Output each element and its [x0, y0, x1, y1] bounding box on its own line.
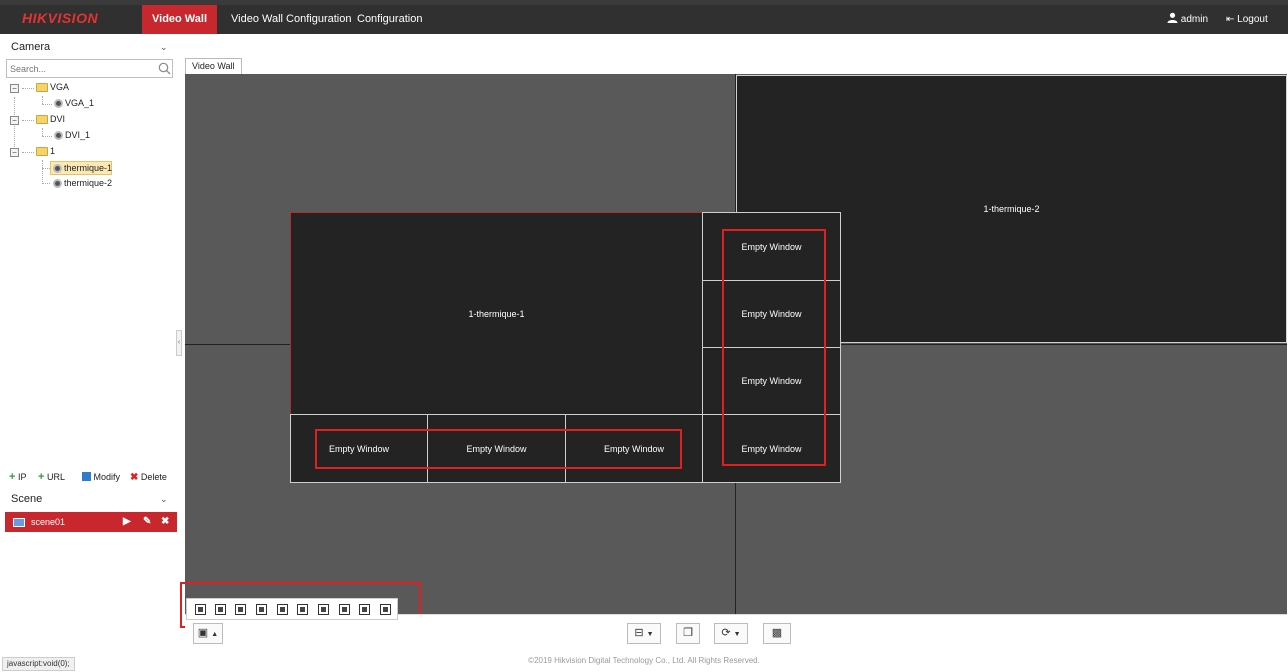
- camera-actions: + IP + URL Modify ✖ Delete: [0, 468, 178, 486]
- clear-windows-icon: ❐: [683, 627, 693, 639]
- play-icon[interactable]: ▶: [123, 512, 131, 532]
- modify-button[interactable]: Modify: [82, 471, 120, 483]
- tab-video-wall[interactable]: Video Wall: [185, 58, 242, 74]
- tree-item-dvi[interactable]: DVI: [50, 112, 65, 127]
- clear-window-button[interactable]: ❐: [676, 623, 700, 644]
- add-url-button[interactable]: + URL: [38, 471, 65, 483]
- chevron-down-icon: ⌄: [160, 42, 168, 52]
- tree-item-dvi-1[interactable]: DVI_1: [65, 128, 90, 143]
- tree-item-vga-1[interactable]: VGA_1: [65, 96, 94, 111]
- delete-label: Delete: [140, 472, 167, 482]
- layout-custom-icon[interactable]: [380, 604, 391, 615]
- layout-2-icon[interactable]: [215, 604, 226, 615]
- plus-icon: +: [38, 471, 45, 483]
- video-input-icon: ▩: [771, 627, 783, 639]
- delete-scene-icon[interactable]: ✖: [161, 512, 169, 532]
- footer-copyright: ©2019 Hikvision Digital Technology Co., …: [528, 656, 760, 665]
- plus-icon: +: [9, 471, 16, 483]
- folder-icon: [36, 147, 48, 156]
- nav-video-wall[interactable]: Video Wall: [142, 5, 218, 34]
- chevron-down-icon: ▼: [646, 631, 654, 638]
- camera-search[interactable]: [6, 59, 173, 78]
- thermal-camera-icon: [53, 179, 62, 188]
- username: admin: [1180, 14, 1209, 25]
- caret-up-icon: ▲: [211, 631, 219, 638]
- modify-label: Modify: [93, 472, 121, 482]
- add-ip-button[interactable]: + IP: [9, 471, 26, 483]
- camera-icon: [54, 131, 63, 140]
- decoder-button[interactable]: ▩: [763, 623, 791, 644]
- nav-configuration[interactable]: Configuration: [347, 5, 432, 34]
- camera-title: Camera: [11, 41, 51, 53]
- chevron-down-icon: ⌄: [160, 494, 168, 504]
- rotate-button[interactable]: ⟳ ▼: [714, 623, 748, 644]
- folder-icon: [36, 115, 48, 124]
- layout-icon: ▣: [197, 627, 209, 639]
- layout-popup: [186, 598, 398, 620]
- delete-button[interactable]: ✖ Delete: [130, 471, 167, 484]
- folder-icon: [36, 83, 48, 92]
- layout-6-icon[interactable]: [277, 604, 288, 615]
- scene-title: Scene: [11, 493, 43, 505]
- collapse-icon[interactable]: −: [10, 116, 19, 125]
- search-input[interactable]: [7, 60, 147, 77]
- layout-12-icon[interactable]: [339, 604, 350, 615]
- edit-icon: [82, 472, 91, 481]
- layout-4-icon[interactable]: [235, 604, 246, 615]
- window-thermique-1[interactable]: 1-thermique-1: [290, 212, 703, 415]
- logout-label: Logout: [1237, 14, 1268, 25]
- highlight-box: [722, 229, 826, 466]
- nav-video-wall-configuration[interactable]: Video Wall Configuration: [221, 5, 361, 34]
- collapse-icon[interactable]: −: [10, 84, 19, 93]
- layout-16-icon[interactable]: [359, 604, 370, 615]
- refresh-icon: ⟳: [721, 627, 731, 639]
- scene-section-header[interactable]: Scene ⌄: [0, 489, 178, 509]
- collapse-icon[interactable]: −: [10, 148, 19, 157]
- chevron-down-icon: ▼: [733, 631, 741, 638]
- thermal-camera-icon: [53, 164, 62, 173]
- add-url-label: URL: [46, 472, 65, 482]
- layout-5-icon[interactable]: [256, 604, 267, 615]
- add-ip-label: IP: [17, 472, 27, 482]
- logout-icon: ⇤: [1226, 14, 1235, 25]
- sidebar-collapse-handle[interactable]: ‹: [176, 330, 182, 356]
- user-menu[interactable]: admin: [1167, 5, 1208, 34]
- edit-scene-icon[interactable]: ✎: [143, 512, 151, 532]
- tree-item-group-1[interactable]: 1: [50, 144, 55, 159]
- delete-icon: ✖: [130, 472, 139, 483]
- scene-item[interactable]: scene01 ▶ ✎ ✖: [5, 512, 177, 532]
- user-icon: [1167, 12, 1178, 23]
- logout-link[interactable]: ⇤ Logout: [1226, 5, 1268, 34]
- scene-icon: [13, 518, 25, 527]
- highlight-box: [315, 429, 682, 469]
- tree-item-vga[interactable]: VGA: [50, 80, 69, 95]
- search-icon[interactable]: [158, 62, 171, 75]
- window-layout-button[interactable]: ▣ ▲: [193, 623, 223, 644]
- hikvision-logo: HIKVISION: [22, 10, 99, 26]
- tree-item-thermique-2[interactable]: thermique-2: [64, 176, 112, 191]
- tree-item-thermique-1[interactable]: thermique-1: [64, 161, 112, 176]
- camera-icon: [54, 99, 63, 108]
- camera-section-header[interactable]: Camera ⌄: [0, 37, 178, 57]
- sidebar: Camera ⌄ − VGA VGA_1 − DVI DVI_1 − 1 the…: [0, 34, 178, 628]
- browser-status-bar: javascript:void(0);: [2, 657, 75, 671]
- layout-9-icon[interactable]: [318, 604, 329, 615]
- split-screen-button[interactable]: ⊟ ▼: [627, 623, 661, 644]
- layout-1-icon[interactable]: [195, 604, 206, 615]
- split-icon: ⊟: [634, 627, 644, 639]
- scene-name: scene01: [31, 517, 66, 527]
- layout-8-icon[interactable]: [297, 604, 308, 615]
